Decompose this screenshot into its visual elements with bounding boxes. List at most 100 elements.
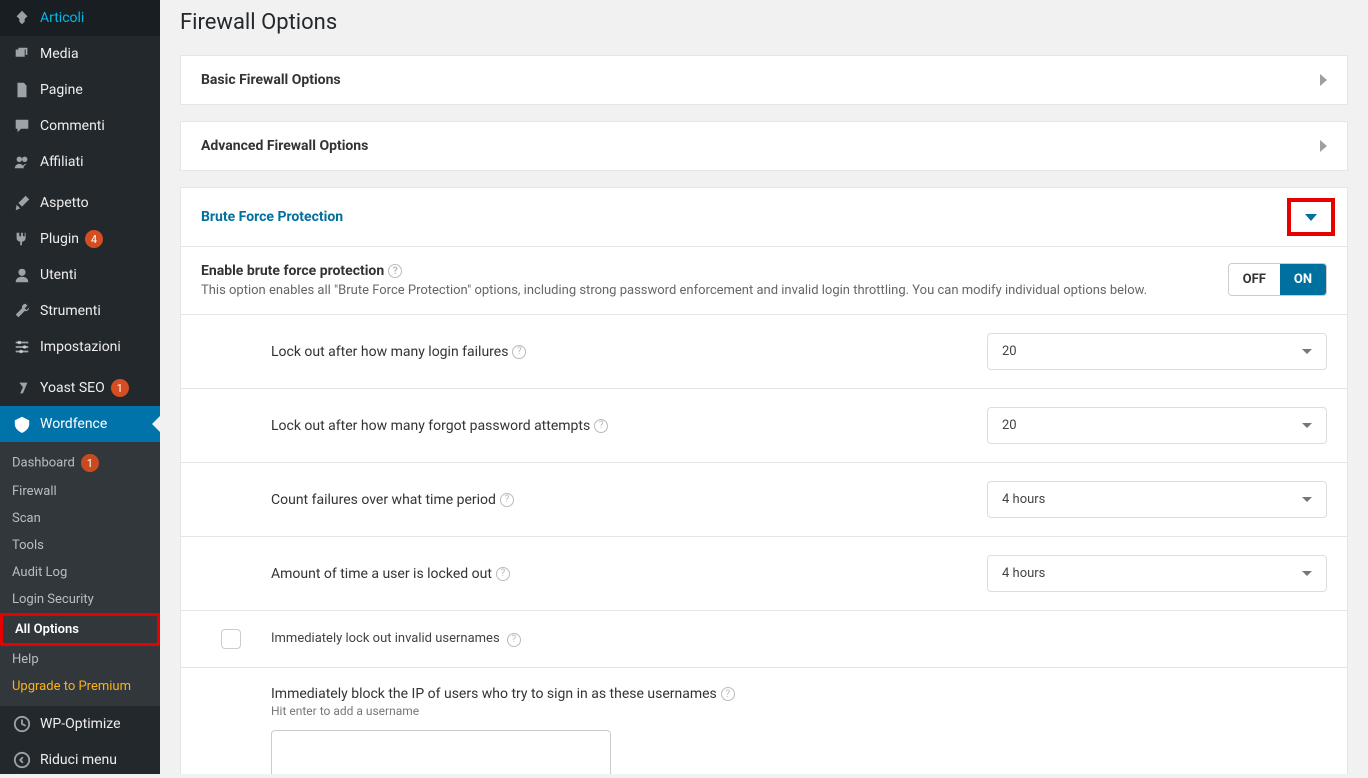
wordfence-icon [12,414,32,434]
sidebar-item-label: Aspetto [40,195,89,211]
sidebar-item-commenti[interactable]: Commenti [0,108,160,144]
help-icon[interactable]: ? [594,419,608,433]
select-value: 20 [1002,344,1017,359]
sidebar-item-label: Utenti [40,267,77,283]
panel-header-advanced[interactable]: Advanced Firewall Options [181,122,1347,170]
page-title: Firewall Options [180,10,1348,35]
admin-sidebar: Articoli Media Pagine Commenti Affiliati Aspe… [0,0,160,774]
panel-brute-force: Brute Force Protection Enable brute forc… [180,187,1348,774]
option-label: Lock out after how many login failures? [271,344,526,360]
enable-toggle[interactable]: OFF ON [1228,263,1327,296]
comment-icon [12,116,32,136]
caret-down-icon [1302,349,1312,354]
submenu-item-firewall[interactable]: Firewall [0,478,160,505]
sidebar-item-label: Articoli [40,10,84,26]
invalid-usernames-checkbox[interactable] [221,629,241,649]
help-icon[interactable]: ? [721,687,735,701]
caret-down-icon [1302,571,1312,576]
select-value: 4 hours [1002,492,1045,507]
media-icon [12,44,32,64]
panel-body-brute: Enable brute force protection ? This opt… [181,246,1347,774]
sliders-icon [12,337,32,357]
user-icon [12,265,32,285]
sidebar-item-aspetto[interactable]: Aspetto [0,185,160,221]
page-icon [12,80,32,100]
submenu-item-all-options[interactable]: All Options [0,613,160,646]
select-value: 20 [1002,418,1017,433]
sidebar-item-label: Yoast SEO [40,380,105,396]
chevron-right-icon [1320,140,1327,152]
submenu-item-upgrade-to-premium[interactable]: Upgrade to Premium [0,673,160,700]
enable-brute-force-row: Enable brute force protection ? This opt… [181,247,1347,314]
help-icon[interactable]: ? [500,493,514,507]
help-icon[interactable]: ? [496,567,510,581]
sidebar-item-wordfence[interactable]: Wordfence [0,406,160,442]
chevron-down-icon [1305,214,1317,221]
sidebar-item-label: Impostazioni [40,339,121,355]
submenu-item-label: Firewall [12,484,57,499]
sidebar-item-riduci-menu[interactable]: Riduci menu [0,742,160,778]
submenu-item-label: Audit Log [12,565,67,580]
submenu-item-scan[interactable]: Scan [0,505,160,532]
chevron-right-icon [1320,74,1327,86]
sidebar-item-label: Wordfence [40,416,107,432]
submenu-item-label: Login Security [12,592,94,607]
option-select[interactable]: 20 [987,333,1327,370]
block-ip-row: Immediately block the IP of users who tr… [181,667,1347,774]
toggle-off[interactable]: OFF [1229,264,1280,295]
submenu-item-label: Tools [12,538,44,553]
sidebar-item-wp-optimize[interactable]: WP-Optimize [0,706,160,742]
enable-description: This option enables all "Brute Force Pro… [201,283,1147,298]
sidebar-item-label: Commenti [40,118,105,134]
submenu-item-label: Dashboard [12,456,75,471]
pin-icon [12,8,32,28]
submenu-item-label: Upgrade to Premium [12,679,131,694]
sidebar-item-plugin[interactable]: Plugin4 [0,221,160,257]
help-icon[interactable]: ? [388,264,402,278]
sidebar-item-yoast-seo[interactable]: Yoast SEO 1 [0,370,160,406]
submenu-item-help[interactable]: Help [0,646,160,673]
invalid-usernames-row: Immediately lock out invalid usernames ? [181,610,1347,667]
sidebar-item-media[interactable]: Media [0,36,160,72]
block-ip-usernames-input[interactable] [271,730,611,774]
invalid-usernames-label: Immediately lock out invalid usernames ? [271,631,521,647]
option-select[interactable]: 4 hours [987,555,1327,592]
block-ip-hint: Hit enter to add a username [271,704,1327,718]
option-label: Amount of time a user is locked out? [271,566,510,582]
option-select[interactable]: 4 hours [987,481,1327,518]
submenu-item-dashboard[interactable]: Dashboard 1 [0,448,160,478]
caret-down-icon [1302,423,1312,428]
panel-header-basic[interactable]: Basic Firewall Options [181,56,1347,104]
yoast-icon [12,378,32,398]
collapse-icon [12,750,32,770]
sidebar-item-impostazioni[interactable]: Impostazioni [0,329,160,365]
submenu-item-tools[interactable]: Tools [0,532,160,559]
option-row: Amount of time a user is locked out? 4 ho… [181,536,1347,610]
badge: 1 [111,379,129,397]
sidebar-item-affiliati[interactable]: Affiliati [0,144,160,180]
submenu-item-audit-log[interactable]: Audit Log [0,559,160,586]
sidebar-item-articoli[interactable]: Articoli [0,0,160,36]
option-row: Lock out after how many forgot password … [181,388,1347,462]
wrench-icon [12,301,32,321]
submenu-item-login-security[interactable]: Login Security [0,586,160,613]
toggle-on[interactable]: ON [1280,264,1326,295]
sidebar-item-strumenti[interactable]: Strumenti [0,293,160,329]
select-value: 4 hours [1002,566,1045,581]
badge: 4 [85,230,103,248]
help-icon[interactable]: ? [512,345,526,359]
enable-label: Enable brute force protection ? [201,263,402,279]
panel-title: Brute Force Protection [201,209,343,225]
option-select[interactable]: 20 [987,407,1327,444]
sidebar-item-pagine[interactable]: Pagine [0,72,160,108]
expand-highlight-box[interactable] [1287,198,1335,236]
option-row: Lock out after how many login failures? 2… [181,314,1347,388]
main-content: Firewall Options Basic Firewall Options … [160,0,1368,774]
help-icon[interactable]: ? [507,633,521,647]
panel-advanced-firewall: Advanced Firewall Options [180,121,1348,171]
panel-header-brute[interactable]: Brute Force Protection [181,188,1347,246]
sidebar-item-label: Pagine [40,82,83,98]
sidebar-item-label: WP-Optimize [40,716,121,732]
sidebar-item-utenti[interactable]: Utenti [0,257,160,293]
badge: 1 [81,454,99,472]
